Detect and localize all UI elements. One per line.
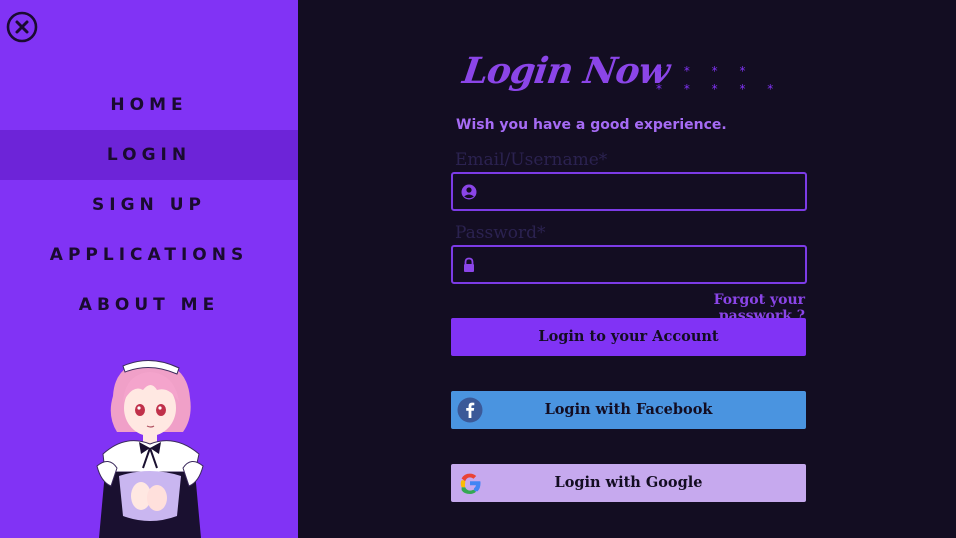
password-label: Password* <box>455 223 546 243</box>
decorative-stars: * * * * * * * * * <box>656 62 782 98</box>
login-submit-label: Login to your Account <box>538 328 719 345</box>
subtitle: Wish you have a good experience. <box>456 117 727 133</box>
nav-item-login[interactable]: LOGIN <box>0 130 298 180</box>
email-field-wrapper <box>451 172 807 211</box>
google-login-button[interactable]: Login with Google <box>451 464 806 502</box>
lock-icon <box>461 257 477 273</box>
password-field-wrapper <box>451 245 807 284</box>
nav-item-about-me[interactable]: ABOUT ME <box>0 280 298 330</box>
nav-item-applications[interactable]: APPLICATIONS <box>0 230 298 280</box>
google-login-label: Login with Google <box>554 474 703 491</box>
google-icon <box>457 470 483 496</box>
login-submit-button[interactable]: Login to your Account <box>451 318 806 356</box>
nav-item-home[interactable]: HOME <box>0 80 298 130</box>
anime-character-illustration <box>95 356 205 538</box>
close-icon[interactable] <box>6 11 38 43</box>
facebook-icon <box>457 397 483 423</box>
sidebar-nav: HOME LOGIN SIGN UP APPLICATIONS ABOUT ME <box>0 80 298 330</box>
nav-item-sign-up[interactable]: SIGN UP <box>0 180 298 230</box>
user-icon <box>461 184 477 200</box>
page-title: Login Now <box>460 50 672 92</box>
facebook-login-button[interactable]: Login with Facebook <box>451 391 806 429</box>
email-label: Email/Username* <box>455 150 608 170</box>
facebook-login-label: Login with Facebook <box>544 401 713 418</box>
email-input[interactable] <box>485 174 799 211</box>
sidebar: HOME LOGIN SIGN UP APPLICATIONS ABOUT ME <box>0 0 298 538</box>
password-input[interactable] <box>485 247 799 284</box>
login-panel: Login Now * * * * * * * * * Wish you hav… <box>298 0 956 538</box>
stars-row-1: * * * * <box>656 64 755 78</box>
stars-row-2: * * * * * <box>656 82 783 96</box>
